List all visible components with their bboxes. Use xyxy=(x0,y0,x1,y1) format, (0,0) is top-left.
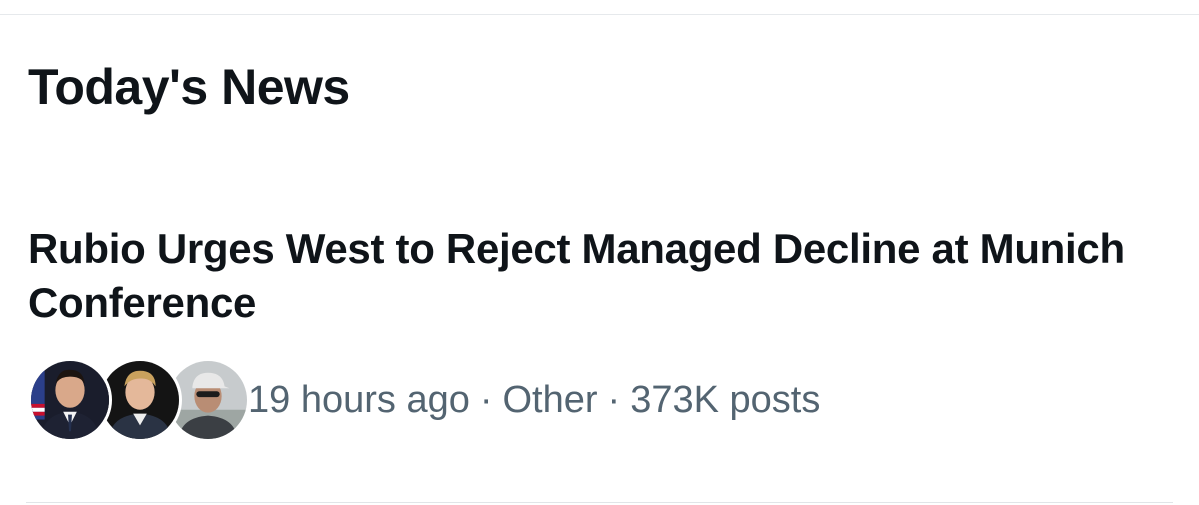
news-story-card[interactable]: Rubio Urges West to Reject Managed Decli… xyxy=(0,210,1199,460)
person-avatar-icon xyxy=(31,361,109,439)
story-headline[interactable]: Rubio Urges West to Reject Managed Decli… xyxy=(28,222,1148,330)
meta-separator: · xyxy=(607,379,621,421)
news-panel: Today's News Rubio Urges West to Reject … xyxy=(0,0,1199,505)
story-category: Other xyxy=(502,379,598,421)
section-title: Today's News xyxy=(28,59,350,115)
bottom-divider xyxy=(26,502,1173,503)
avatar-stack xyxy=(28,358,250,442)
story-meta-text: 19 hours ago · Other · 373K posts xyxy=(248,358,820,442)
avatar xyxy=(28,358,112,442)
meta-separator: · xyxy=(479,379,493,421)
top-divider xyxy=(0,14,1199,15)
story-meta: 19 hours ago · Other · 373K posts xyxy=(28,358,820,442)
story-timestamp: 19 hours ago xyxy=(248,379,470,421)
story-post-count: 373K posts xyxy=(630,379,821,421)
person-avatar-icon xyxy=(101,361,179,439)
